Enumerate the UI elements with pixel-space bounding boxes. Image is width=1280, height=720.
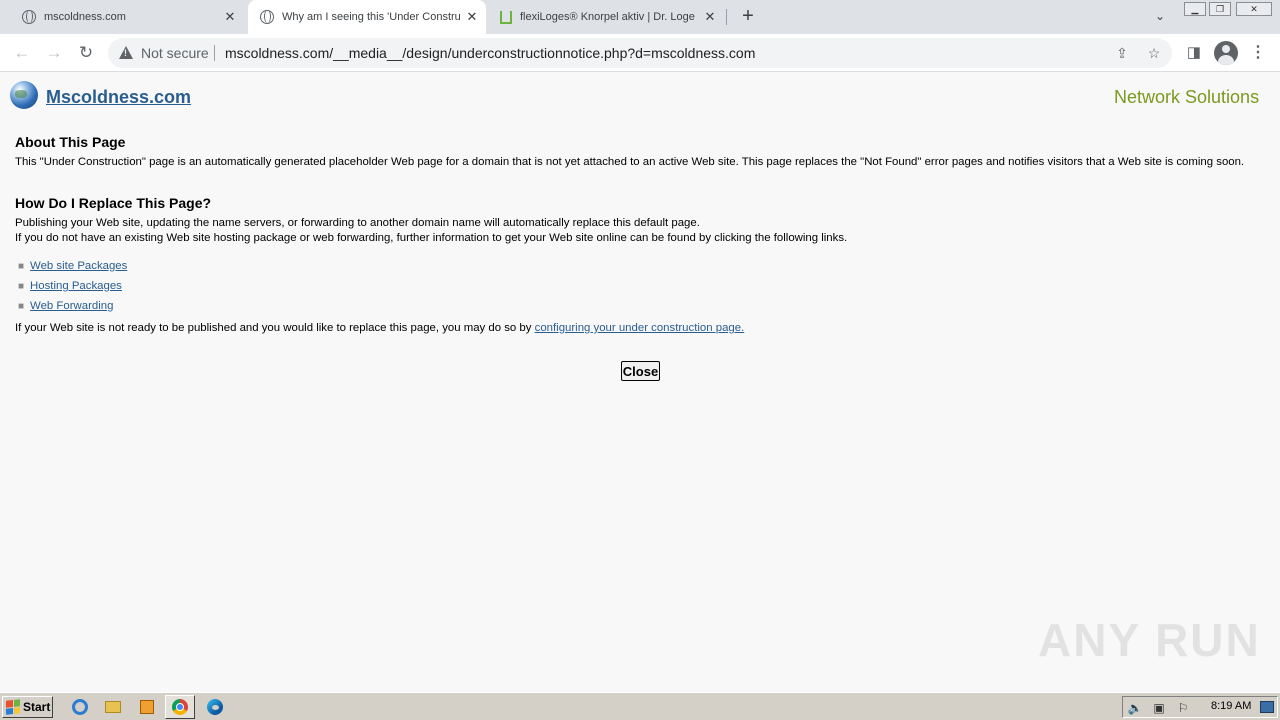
- close-icon[interactable]: ✕: [702, 9, 718, 25]
- tab-flexiloges[interactable]: flexiLoges® Knorpel aktiv | Dr. Loge ✕: [488, 0, 724, 34]
- flexiloges-icon: [500, 10, 512, 24]
- taskbar-media-player[interactable]: [136, 697, 158, 717]
- tab-search-chevron-icon[interactable]: ⌄: [1152, 9, 1168, 25]
- bookmark-star-icon[interactable]: ☆: [1146, 45, 1162, 61]
- close-icon[interactable]: ✕: [222, 9, 238, 25]
- tab-under-construction[interactable]: Why am I seeing this 'Under Constru ✕: [248, 0, 486, 34]
- menu-kebab-icon[interactable]: ⋮: [1250, 43, 1266, 63]
- chrome-icon: [172, 699, 188, 715]
- taskbar-explorer[interactable]: [102, 697, 124, 717]
- side-panel-icon[interactable]: ◨: [1184, 43, 1204, 63]
- globe-icon: [22, 10, 36, 24]
- share-icon[interactable]: ⇪: [1114, 45, 1130, 61]
- replace-text-2: If you do not have an existing Web site …: [15, 232, 848, 244]
- internet-explorer-icon: [72, 699, 88, 715]
- about-text: This "Under Construction" page is an aut…: [15, 156, 1245, 168]
- about-heading: About This Page: [15, 134, 126, 150]
- system-tray: 🔈 ▣ ⚐ 8:19 AM: [1122, 696, 1278, 718]
- hosting-packages-link[interactable]: Hosting Packages: [30, 280, 122, 292]
- window-close-button[interactable]: ✕: [1236, 2, 1272, 16]
- taskbar-edge[interactable]: [204, 697, 226, 717]
- profile-avatar-icon[interactable]: [1214, 41, 1238, 65]
- bullet-icon: ■: [18, 261, 25, 272]
- web-site-packages-link[interactable]: Web site Packages: [30, 260, 127, 272]
- globe-logo-icon: [10, 81, 38, 109]
- folder-icon: [105, 701, 121, 713]
- site-name-link[interactable]: Mscoldness.com: [46, 87, 191, 108]
- address-bar[interactable]: Not secure mscoldness.com/__media__/desi…: [108, 38, 1172, 68]
- minimize-button[interactable]: ▁: [1184, 2, 1206, 16]
- show-desktop-icon[interactable]: [1260, 701, 1274, 713]
- globe-icon: [260, 10, 274, 24]
- start-label: Start: [23, 700, 51, 714]
- taskbar: Start 🔈 ▣ ⚐ 8:19 AM: [0, 692, 1280, 720]
- bullet-icon: ■: [18, 281, 25, 292]
- configure-text: If your Web site is not ready to be publ…: [15, 322, 535, 334]
- tab-title: Why am I seeing this 'Under Constru: [282, 11, 461, 23]
- volume-icon[interactable]: 🔈: [1127, 700, 1143, 716]
- media-player-icon: [140, 700, 154, 714]
- warning-icon[interactable]: [119, 46, 133, 59]
- tab-strip: mscoldness.com ✕ Why am I seeing this 'U…: [0, 0, 1280, 34]
- web-forwarding-link[interactable]: Web Forwarding: [30, 300, 113, 312]
- not-secure-label[interactable]: Not secure: [141, 45, 209, 61]
- reload-icon[interactable]: ↻: [76, 43, 96, 63]
- replace-heading: How Do I Replace This Page?: [15, 195, 212, 211]
- restore-button[interactable]: ❐: [1209, 2, 1231, 16]
- configure-link[interactable]: configuring your under construction page…: [535, 322, 745, 334]
- taskbar-chrome[interactable]: [165, 695, 195, 719]
- new-tab-button[interactable]: +: [738, 6, 758, 27]
- action-center-flag-icon[interactable]: ⚐: [1175, 700, 1191, 716]
- anyrun-watermark: ANY RUN: [1038, 614, 1261, 666]
- page-content: Mscoldness.com Network Solutions About T…: [0, 73, 1280, 692]
- tab-separator: [726, 9, 727, 25]
- network-icon[interactable]: ▣: [1151, 700, 1167, 716]
- clock[interactable]: 8:19 AM: [1211, 700, 1251, 712]
- close-button[interactable]: Close: [621, 361, 660, 381]
- omnibox-separator: [214, 45, 215, 61]
- network-solutions-brand: Network Solutions: [1114, 87, 1260, 107]
- list-item: ■ Web Forwarding: [18, 298, 127, 318]
- links-list: ■ Web site Packages ■ Hosting Packages ■ We…: [18, 258, 127, 318]
- url-text[interactable]: mscoldness.com/__media__/design/undercon…: [225, 45, 755, 61]
- replace-text-1: Publishing your Web site, updating the n…: [15, 217, 700, 229]
- list-item: ■ Hosting Packages: [18, 278, 127, 298]
- close-icon[interactable]: ✕: [464, 9, 480, 25]
- configure-paragraph: If your Web site is not ready to be publ…: [15, 320, 1267, 336]
- taskbar-ie[interactable]: [69, 697, 91, 717]
- tab-title: mscoldness.com: [44, 11, 126, 23]
- edge-icon: [207, 699, 223, 715]
- bullet-icon: ■: [18, 301, 25, 312]
- windows-flag-icon: [6, 699, 20, 715]
- tab-mscoldness[interactable]: mscoldness.com ✕: [8, 0, 244, 34]
- back-arrow-icon[interactable]: ←: [12, 43, 32, 63]
- list-item: ■ Web site Packages: [18, 258, 127, 278]
- browser-toolbar: ← → ↻ Not secure mscoldness.com/__media_…: [0, 34, 1280, 72]
- forward-arrow-icon[interactable]: →: [44, 43, 64, 63]
- tab-title: flexiLoges® Knorpel aktiv | Dr. Loge: [520, 11, 695, 23]
- start-button[interactable]: Start: [2, 696, 53, 718]
